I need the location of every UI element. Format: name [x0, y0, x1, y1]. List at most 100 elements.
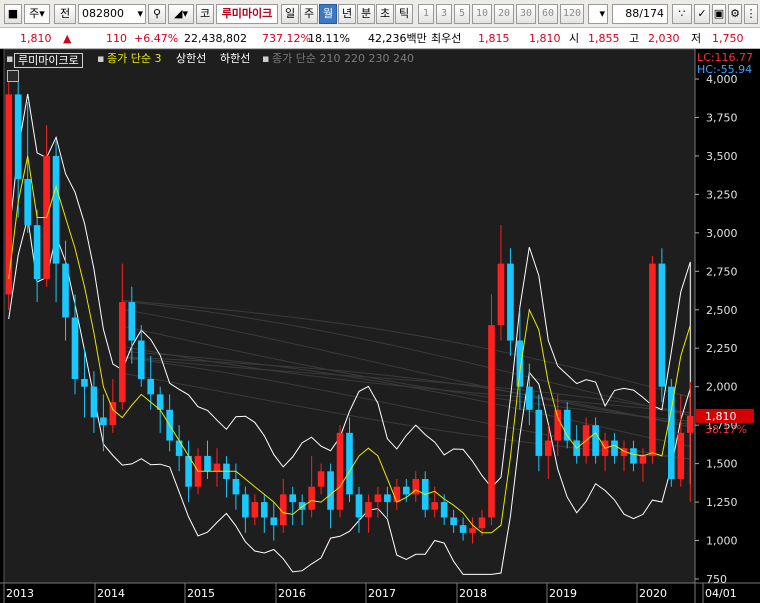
candle-body [100, 417, 107, 426]
candle-body [137, 340, 145, 379]
candle-body [175, 440, 183, 456]
interval-60-button[interactable]: 60 [538, 4, 558, 24]
legend-upper-band[interactable]: 상한선 [176, 52, 206, 66]
y-tick-label: 2,250 [706, 342, 738, 355]
stock-chart-window: ■ 주▾ 전 082800 ▾ ⚲ ◢▾ 코 루미마이크 일 주 월 년 분 초 … [0, 0, 760, 603]
y-tick-label: 3,250 [706, 188, 738, 201]
high-price: 2,030 [648, 32, 680, 45]
more-icon[interactable]: ⋮ [744, 4, 758, 24]
legend-square-icon: ▪ [6, 52, 14, 65]
tab-tick[interactable]: 틱 [395, 4, 413, 24]
candle-body [119, 302, 126, 403]
x-tick-label: 2019 [549, 587, 577, 600]
grid-toggle-icon[interactable] [7, 70, 19, 82]
draw-tool-icon[interactable]: ✓ [694, 4, 710, 24]
candle-body [516, 340, 524, 387]
candle-body [242, 494, 249, 518]
legend-ma3[interactable]: 종가 단순 3 [107, 52, 161, 66]
candle-body [677, 432, 685, 479]
high-label: 고 [629, 32, 640, 45]
indicator-icon[interactable]: ∵ [672, 4, 692, 24]
interval-120-button[interactable]: 120 [560, 4, 584, 24]
candle-body [24, 179, 31, 226]
candle-body [630, 448, 637, 464]
market-mode-button[interactable]: 전 [54, 4, 76, 24]
price-change: 110 [106, 32, 127, 45]
chart-canvas[interactable]: 7501,0001,2501,5001,7502,0002,2502,5002,… [0, 49, 760, 603]
interval-3-button[interactable]: 3 [436, 4, 452, 24]
candle-body [336, 432, 344, 510]
candle-body [535, 409, 543, 456]
stock-title-badge[interactable]: 루미마이크로 [14, 53, 83, 68]
candle-body [213, 463, 221, 472]
up-arrow-icon: ▲ [63, 32, 72, 45]
sound-icon[interactable]: ◢▾ [168, 4, 194, 24]
plot-area [3, 49, 696, 584]
interval-30-button[interactable]: 30 [516, 4, 536, 24]
window-menu-icon[interactable]: ■ [4, 4, 22, 24]
candle-body [346, 432, 353, 495]
candle-body [52, 155, 60, 264]
candle-body [649, 263, 656, 456]
candle-body [128, 302, 136, 341]
legend-square-icon: ▪ [97, 52, 105, 65]
volume-ratio: 737.12% [262, 32, 311, 45]
interval-1-button[interactable]: 1 [418, 4, 434, 24]
page-current: 88 [625, 7, 640, 20]
search-icon[interactable]: ⚲ [148, 4, 166, 24]
chart-toolbar: ■ 주▾ 전 082800 ▾ ⚲ ◢▾ 코 루미마이크 일 주 월 년 분 초 … [0, 0, 760, 28]
candle-body [431, 502, 439, 510]
candle-body [71, 317, 79, 379]
candle-body [592, 425, 599, 456]
stock-code-input[interactable]: 082800 ▾ [78, 4, 146, 24]
candle-body [668, 386, 675, 479]
tab-second[interactable]: 초 [376, 4, 394, 24]
x-tick-label: 04/01 [705, 587, 737, 600]
market-select[interactable]: 주▾ [24, 4, 50, 24]
interval-10-button[interactable]: 10 [472, 4, 492, 24]
tab-minute[interactable]: 분 [357, 4, 375, 24]
candle-body [402, 486, 410, 495]
candle-body [374, 494, 382, 503]
code-dropdown-icon[interactable]: ▾ [137, 5, 143, 23]
interval-20-button[interactable]: 20 [494, 4, 514, 24]
low-label: 저 [691, 32, 702, 45]
kospi-toggle-button[interactable]: 코 [196, 4, 214, 24]
turnover-rate: 18.11% [308, 32, 350, 45]
candle-body [308, 486, 315, 510]
save-icon[interactable]: ▣ [712, 4, 726, 24]
y-tick-label: 2,500 [706, 304, 738, 317]
legend-long-ma[interactable]: 종가 단순 210 220 230 240 [272, 52, 414, 66]
price-change-pct: +6.47% [134, 32, 179, 45]
chevron-down-icon: ▾ [599, 7, 605, 20]
tab-year[interactable]: 년 [338, 4, 356, 24]
custom-interval-dropdown[interactable]: ▾ [588, 4, 608, 24]
candle-body [251, 502, 259, 518]
tab-month[interactable]: 월 [319, 4, 337, 24]
candle-body [14, 94, 22, 179]
candle-body [232, 479, 240, 495]
interval-5-button[interactable]: 5 [454, 4, 470, 24]
current-price: 1,810 [20, 32, 52, 45]
candlestick-chart[interactable]: 750 1,000 1,250 1,500 1,750 2,000 2,250 2,500 2,… [0, 49, 760, 603]
settings-icon[interactable]: ⚙ [728, 4, 742, 24]
y-tick-label: 3,750 [706, 111, 738, 124]
x-tick-label: 2016 [278, 587, 306, 600]
page-indicator: 88/174 [612, 4, 668, 24]
candle-body [33, 225, 41, 279]
legend-square-icon: ▪ [262, 52, 270, 65]
price-info-bar: 1,810 ▲ 110 +6.47% 22,438,802 737.12% 18… [0, 28, 760, 49]
ask-price: 1,815 [478, 32, 510, 45]
tab-week[interactable]: 주 [300, 4, 318, 24]
candle-body [147, 379, 155, 395]
x-tick-label: 2018 [459, 587, 487, 600]
low-price: 1,750 [712, 32, 744, 45]
y-tick-label: 3,500 [706, 150, 738, 163]
tab-day[interactable]: 일 [281, 4, 299, 24]
y-tick-label: 750 [706, 573, 727, 586]
candle-body [81, 379, 88, 387]
legend-lower-band[interactable]: 하한선 [220, 52, 250, 66]
candle-body [393, 486, 401, 503]
candle-body [289, 494, 297, 503]
last-price-value: 1,810 [705, 410, 737, 423]
